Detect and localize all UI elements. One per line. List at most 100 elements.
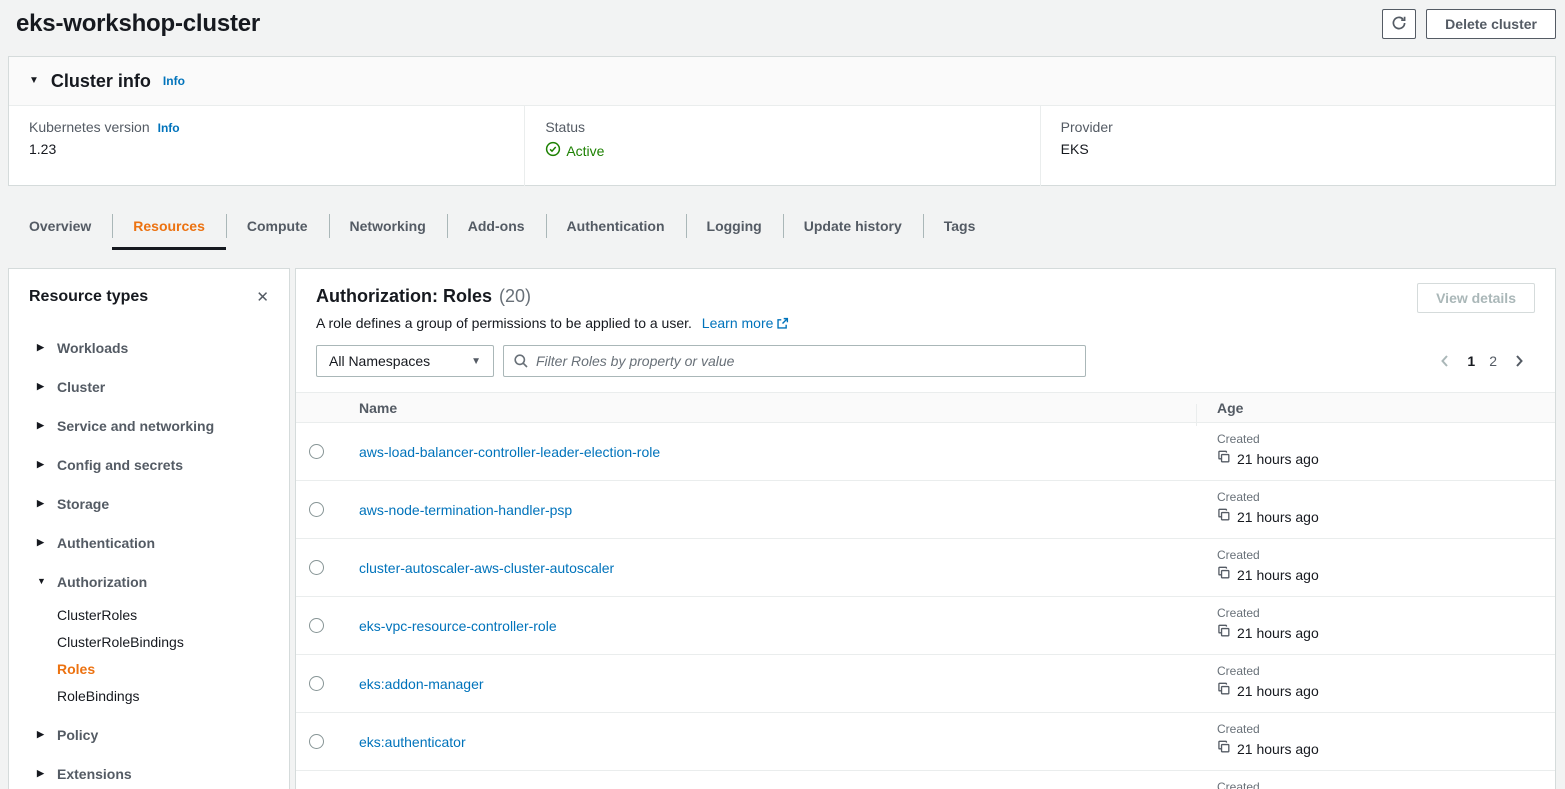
tab-authentication[interactable]: Authentication [546, 206, 686, 246]
row-radio[interactable] [309, 676, 324, 691]
chevron-right-icon: ▶ [37, 730, 48, 739]
roles-filter-input[interactable] [503, 345, 1086, 377]
table-row: cluster-autoscaler-aws-cluster-autoscale… [296, 539, 1555, 597]
sidebar-item-authorization[interactable]: ▼ Authorization [37, 562, 289, 601]
copy-icon[interactable] [1217, 508, 1231, 525]
age-value: 21 hours ago [1237, 741, 1319, 757]
created-label: Created [1217, 780, 1555, 789]
chevron-right-icon: ▶ [37, 769, 48, 778]
sidebar-item-policy[interactable]: ▶ Policy [37, 715, 289, 754]
namespace-filter-value: All Namespaces [329, 353, 430, 369]
tab-update-history[interactable]: Update history [783, 206, 923, 246]
sidebar-item-label: Service and networking [57, 418, 214, 434]
tab-resources[interactable]: Resources [112, 206, 226, 246]
role-name-link[interactable]: eks:authenticator [359, 734, 466, 750]
tab-compute[interactable]: Compute [226, 206, 329, 246]
field-label: Provider [1061, 119, 1113, 135]
chevron-right-icon: ▶ [37, 460, 48, 469]
pagination-next-icon[interactable] [1511, 353, 1527, 369]
table-row: aws-load-balancer-controller-leader-elec… [296, 423, 1555, 481]
status-check-icon [545, 141, 561, 160]
sidebar-item-service-and-networking[interactable]: ▶ Service and networking [37, 406, 289, 445]
sidebar-item-workloads[interactable]: ▶ Workloads [37, 328, 289, 367]
delete-cluster-button[interactable]: Delete cluster [1426, 9, 1556, 39]
table-row-partial: Created [296, 771, 1555, 789]
role-name-link[interactable]: eks-vpc-resource-controller-role [359, 618, 557, 634]
pagination-prev-icon[interactable] [1437, 353, 1453, 369]
roles-count: (20) [499, 286, 531, 307]
copy-icon[interactable] [1217, 740, 1231, 757]
chevron-right-icon: ▶ [37, 382, 48, 391]
row-radio[interactable] [309, 618, 324, 633]
sidebar-item-storage[interactable]: ▶ Storage [37, 484, 289, 523]
roles-panel: Authorization: Roles (20) View details A… [295, 268, 1556, 789]
table-header: Name Age [296, 392, 1555, 423]
tab-add-ons[interactable]: Add-ons [447, 206, 546, 246]
learn-more-link[interactable]: Learn more [702, 315, 774, 331]
sidebar-item-cluster[interactable]: ▶ Cluster [37, 367, 289, 406]
role-name-link[interactable]: cluster-autoscaler-aws-cluster-autoscale… [359, 560, 614, 576]
provider-value: EKS [1061, 141, 1535, 157]
filter-row: All Namespaces ▼ 1 [316, 345, 1535, 377]
roles-table: Name Age aws-load-balancer-controller-le… [296, 392, 1555, 789]
row-radio[interactable] [309, 734, 324, 749]
tab-networking[interactable]: Networking [329, 206, 447, 246]
page-header: eks-workshop-cluster Delete cluster [0, 0, 1565, 48]
copy-icon[interactable] [1217, 566, 1231, 583]
sidebar-item-clusterrolebindings[interactable]: ClusterRoleBindings [57, 628, 289, 655]
copy-icon[interactable] [1217, 450, 1231, 467]
sidebar-item-clusterroles[interactable]: ClusterRoles [57, 601, 289, 628]
sidebar-item-label: Authorization [57, 574, 147, 590]
tab-overview[interactable]: Overview [8, 206, 112, 246]
role-name-link[interactable]: eks:addon-manager [359, 676, 484, 692]
status-badge: Active [566, 143, 604, 159]
cluster-tabs: Overview Resources Compute Networking Ad… [8, 206, 996, 246]
view-details-button[interactable]: View details [1417, 283, 1535, 313]
sidebar-item-label: Config and secrets [57, 457, 183, 473]
cluster-info-title: Cluster info [51, 71, 151, 92]
cluster-info-body: Kubernetes version Info 1.23 Status Acti… [9, 106, 1555, 186]
age-value: 21 hours ago [1237, 683, 1319, 699]
roles-description: A role defines a group of permissions to… [316, 315, 692, 331]
tab-logging[interactable]: Logging [686, 206, 783, 246]
role-name-link[interactable]: aws-node-termination-handler-psp [359, 502, 572, 518]
close-icon[interactable]: ✕ [252, 286, 273, 308]
sidebar-item-extensions[interactable]: ▶ Extensions [37, 754, 289, 789]
cluster-info-info-link[interactable]: Info [163, 74, 185, 88]
pagination: 1 2 [1437, 353, 1535, 369]
resource-types-title: Resource types [29, 288, 148, 306]
chevron-down-icon: ▼ [29, 76, 39, 86]
sidebar-item-label: Workloads [57, 340, 128, 356]
row-radio[interactable] [309, 560, 324, 575]
refresh-button[interactable] [1382, 9, 1416, 39]
role-name-link[interactable]: aws-load-balancer-controller-leader-elec… [359, 444, 660, 460]
field-status: Status Active [524, 106, 1039, 186]
copy-icon[interactable] [1217, 682, 1231, 699]
created-label: Created [1217, 490, 1555, 504]
column-header-age[interactable]: Age [1196, 400, 1555, 416]
chevron-right-icon: ▶ [37, 421, 48, 430]
cluster-info-header[interactable]: ▼ Cluster info Info [9, 57, 1555, 106]
created-label: Created [1217, 606, 1555, 620]
sidebar-item-roles[interactable]: Roles [57, 655, 289, 682]
sidebar-item-authentication[interactable]: ▶ Authentication [37, 523, 289, 562]
created-label: Created [1217, 548, 1555, 562]
page-title: eks-workshop-cluster [16, 10, 260, 38]
cluster-info-card: ▼ Cluster info Info Kubernetes version I… [8, 56, 1556, 186]
column-header-name[interactable]: Name [359, 400, 1196, 416]
copy-icon[interactable] [1217, 624, 1231, 641]
table-row: aws-node-termination-handler-psp Created… [296, 481, 1555, 539]
field-provider: Provider EKS [1040, 106, 1555, 186]
pagination-page-1[interactable]: 1 [1467, 353, 1475, 369]
tab-tags[interactable]: Tags [923, 206, 997, 246]
namespace-filter-select[interactable]: All Namespaces ▼ [316, 345, 494, 377]
age-value: 21 hours ago [1237, 567, 1319, 583]
row-radio[interactable] [309, 502, 324, 517]
sidebar-item-config-and-secrets[interactable]: ▶ Config and secrets [37, 445, 289, 484]
search-icon [513, 353, 529, 372]
row-radio[interactable] [309, 444, 324, 459]
chevron-down-icon: ▼ [471, 356, 481, 367]
kubernetes-version-info-link[interactable]: Info [158, 121, 180, 135]
pagination-page-2[interactable]: 2 [1489, 353, 1497, 369]
sidebar-item-rolebindings[interactable]: RoleBindings [57, 682, 289, 709]
